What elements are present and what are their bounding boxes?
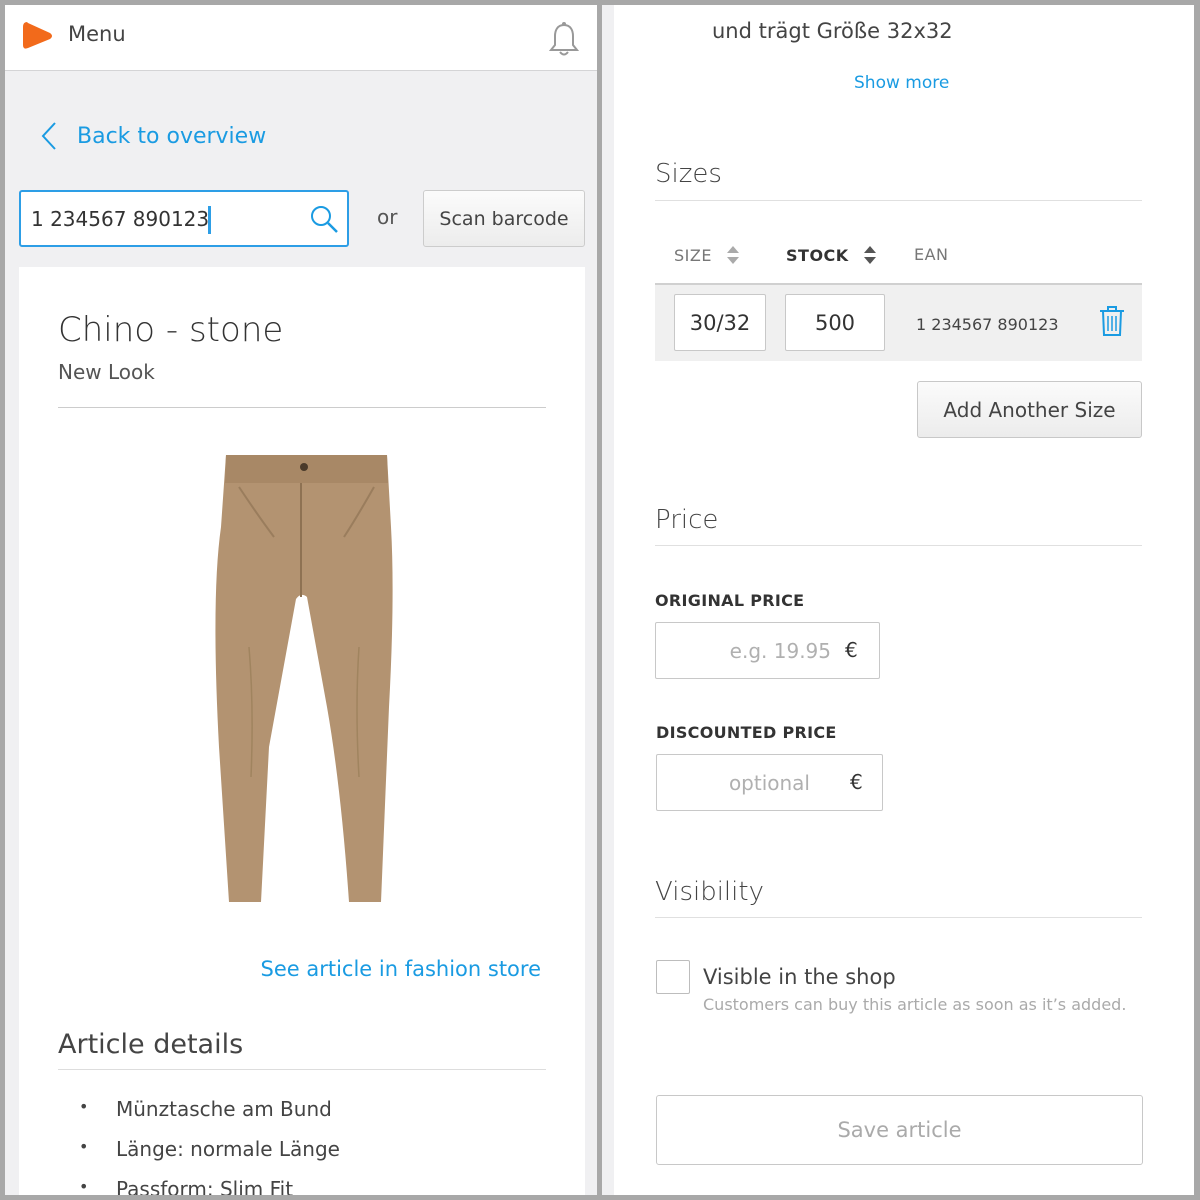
left-panel: Menu Back to overview or Scan barcode Ch…: [5, 5, 597, 1195]
visible-in-shop-checkbox[interactable]: [656, 960, 690, 994]
trash-icon[interactable]: [1098, 305, 1126, 337]
original-price-input[interactable]: [666, 637, 831, 665]
currency-symbol: €: [845, 638, 858, 662]
original-price-field[interactable]: €: [655, 622, 880, 679]
sizes-heading: Sizes: [655, 159, 722, 189]
show-more-link[interactable]: Show more: [854, 73, 949, 93]
chevron-left-icon: [41, 122, 56, 150]
visibility-hint: Customers can buy this article as soon a…: [703, 995, 1127, 1014]
right-panel: und trägt Größe 32x32 Show more Sizes SI…: [602, 5, 1194, 1195]
ean-value: 1 234567 890123: [916, 315, 1059, 334]
list-item: Länge: normale Länge: [79, 1137, 340, 1177]
search-icon[interactable]: [309, 204, 339, 234]
discounted-price-input[interactable]: [667, 769, 810, 797]
divider: [655, 917, 1142, 918]
back-label: Back to overview: [77, 123, 267, 149]
visibility-heading: Visibility: [655, 877, 764, 907]
search-input[interactable]: [31, 204, 271, 234]
text-caret: [208, 206, 211, 234]
list-item: Münztasche am Bund: [79, 1097, 340, 1137]
product-brand: New Look: [58, 360, 155, 384]
see-article-in-store-link[interactable]: See article in fashion store: [260, 957, 541, 981]
top-bar: Menu: [5, 5, 597, 71]
divider: [655, 200, 1142, 201]
save-article-button[interactable]: Save article: [656, 1095, 1143, 1165]
menu-button[interactable]: Menu: [68, 22, 126, 46]
sort-icon: [726, 246, 739, 264]
divider: [58, 1069, 546, 1070]
or-label: or: [377, 205, 398, 229]
sort-icon: [863, 246, 876, 264]
price-heading: Price: [655, 505, 719, 535]
discounted-price-label: DISCOUNTED PRICE: [656, 723, 837, 742]
description-text: und trägt Größe 32x32: [712, 19, 953, 43]
bell-icon[interactable]: [548, 21, 580, 57]
back-to-overview-link[interactable]: Back to overview: [41, 118, 266, 154]
table-row: 1 234567 890123: [655, 285, 1142, 361]
discounted-price-field[interactable]: €: [656, 754, 883, 811]
stock-column-header[interactable]: STOCK: [786, 245, 877, 265]
visible-in-shop-label[interactable]: Visible in the shop: [703, 965, 896, 989]
divider: [58, 407, 546, 408]
currency-symbol: €: [850, 770, 863, 794]
size-input[interactable]: [674, 294, 766, 351]
original-price-label: ORIGINAL PRICE: [655, 591, 805, 610]
stock-input[interactable]: [785, 294, 885, 351]
add-another-size-button[interactable]: Add Another Size: [917, 381, 1142, 438]
divider: [655, 545, 1142, 546]
barcode-search-field[interactable]: [19, 190, 349, 247]
product-card: Chino - stone New Look See article in fa…: [19, 267, 585, 1195]
product-title: Chino - stone: [58, 310, 284, 350]
size-column-header[interactable]: SIZE: [674, 245, 740, 265]
scan-barcode-button[interactable]: Scan barcode: [423, 190, 585, 247]
logo-icon: [23, 22, 52, 49]
article-details-heading: Article details: [58, 1029, 244, 1060]
article-details-list: Münztasche am Bund Länge: normale Länge …: [79, 1097, 340, 1195]
list-item: Passform: Slim Fit: [79, 1177, 340, 1195]
product-image: [215, 455, 393, 902]
ean-column-header: EAN: [914, 245, 949, 264]
